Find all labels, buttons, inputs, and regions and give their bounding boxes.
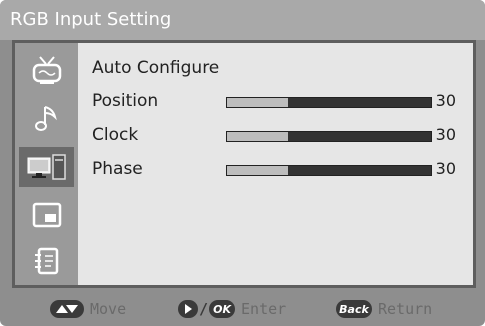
- clock-label: Clock: [92, 125, 139, 145]
- sidebar-item-sound[interactable]: [19, 98, 74, 138]
- clock-row[interactable]: Clock 30: [92, 120, 472, 150]
- move-hint: Move: [50, 296, 126, 322]
- tv-channel-icon: [32, 56, 61, 84]
- position-slider[interactable]: [226, 97, 432, 108]
- enter-label: Enter: [241, 300, 287, 318]
- phase-value: 30: [435, 159, 456, 178]
- sidebar-item-pip[interactable]: [19, 195, 74, 235]
- menu-title: RGB Input Setting: [0, 0, 485, 40]
- category-sidebar: [15, 43, 78, 285]
- back-key-icon: Back: [336, 300, 372, 318]
- ok-key-icon: OK: [209, 300, 236, 318]
- right-key-icon: [178, 300, 198, 318]
- music-note-icon: [34, 106, 57, 131]
- move-label: Move: [90, 300, 127, 318]
- clock-slider-fill: [227, 132, 289, 141]
- auto-configure-label: Auto Configure: [92, 58, 220, 78]
- sidebar-item-setup[interactable]: [19, 241, 74, 281]
- phase-row[interactable]: Phase 30: [92, 154, 472, 184]
- sidebar-item-channel[interactable]: [19, 51, 74, 91]
- sidebar-item-pc[interactable]: [19, 147, 74, 187]
- return-hint: Back Return: [336, 296, 432, 322]
- menu-content: Auto Configure Position 30 Clock 30 Phas…: [78, 43, 473, 285]
- return-label: Return: [378, 300, 433, 318]
- picture-in-picture-icon: [32, 202, 61, 228]
- up-down-key-icon: [50, 300, 84, 318]
- phase-label: Phase: [92, 159, 143, 179]
- position-row[interactable]: Position 30: [92, 86, 472, 116]
- position-label: Position: [92, 91, 159, 111]
- phase-slider-fill: [227, 166, 289, 175]
- auto-configure-item[interactable]: Auto Configure: [92, 53, 472, 83]
- rgb-input-setting-osd: RGB Input Setting Auto Configure Positio…: [0, 0, 485, 326]
- position-slider-fill: [227, 98, 289, 107]
- pc-monitor-icon: [27, 154, 66, 180]
- position-value: 30: [435, 91, 456, 110]
- enter-hint: / OK Enter: [178, 296, 286, 322]
- clock-value: 30: [435, 125, 456, 144]
- key-hint-bar: Move / OK Enter Back Return: [0, 292, 485, 326]
- enter-separator: /: [199, 300, 209, 318]
- phase-slider[interactable]: [226, 165, 432, 176]
- setup-book-icon: [34, 247, 58, 275]
- clock-slider[interactable]: [226, 131, 432, 142]
